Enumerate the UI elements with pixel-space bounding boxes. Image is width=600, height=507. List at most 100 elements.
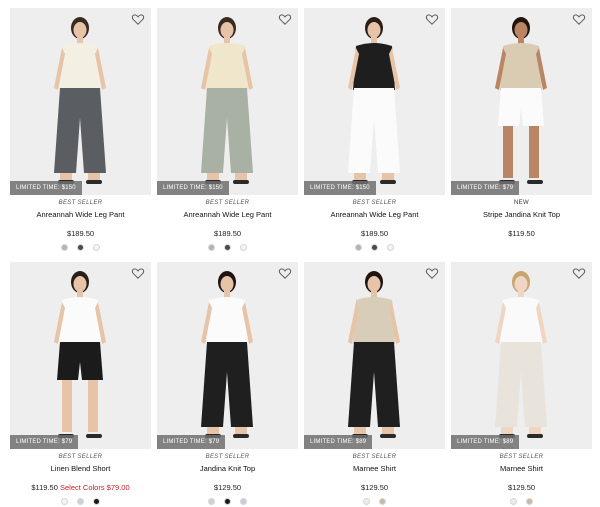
wishlist-heart-icon[interactable] (131, 12, 145, 26)
product-card[interactable]: LIMITED TIME: $79 BEST SELLER Linen Blend … (10, 262, 151, 506)
product-price: $189.50 (213, 229, 242, 238)
product-card[interactable]: LIMITED TIME: $89 BEST SELLER Marnee Shirt… (451, 262, 592, 506)
product-name[interactable]: Jandina Knit Top (157, 464, 298, 473)
product-name[interactable]: Anreannah Wide Leg Pant (10, 210, 151, 219)
color-swatch[interactable] (77, 244, 84, 251)
product-card[interactable]: LIMITED TIME: $150 BEST SELLER Anreannah W… (10, 8, 151, 252)
wishlist-heart-icon[interactable] (572, 266, 586, 280)
color-swatches (10, 498, 151, 506)
product-price: $189.50 (360, 229, 389, 238)
color-swatch[interactable] (61, 498, 68, 505)
color-swatch[interactable] (240, 244, 247, 251)
color-swatches (304, 498, 445, 506)
product-image[interactable]: LIMITED TIME: $89 (304, 262, 445, 449)
color-swatch[interactable] (208, 498, 215, 505)
product-price: $119.50 (31, 483, 58, 492)
sale-price: $79.00 (106, 483, 130, 492)
product-price-line: $189.50 (304, 229, 445, 238)
product-card[interactable]: LIMITED TIME: $150 BEST SELLER Anreannah W… (157, 8, 298, 252)
limited-time-badge: LIMITED TIME: $89 (451, 435, 520, 449)
product-tag: BEST SELLER (58, 454, 103, 460)
color-swatch[interactable] (379, 498, 386, 505)
color-swatch[interactable] (77, 498, 84, 505)
color-swatch[interactable] (93, 244, 100, 251)
wishlist-heart-icon[interactable] (425, 12, 439, 26)
color-swatches (451, 244, 592, 252)
product-image[interactable]: LIMITED TIME: $150 (10, 8, 151, 195)
color-swatch[interactable] (208, 244, 215, 251)
product-card[interactable]: LIMITED TIME: $89 BEST SELLER Marnee Shirt… (304, 262, 445, 506)
color-swatches (304, 244, 445, 252)
product-price-line: $189.50 (157, 229, 298, 238)
model-figure (54, 271, 106, 438)
model-figure (54, 17, 106, 184)
color-swatch[interactable] (371, 244, 378, 251)
limited-time-badge: LIMITED TIME: $89 (304, 435, 373, 449)
wishlist-heart-icon[interactable] (278, 12, 292, 26)
product-card[interactable]: LIMITED TIME: $150 BEST SELLER Anreannah W… (304, 8, 445, 252)
wishlist-heart-icon[interactable] (425, 266, 439, 280)
color-swatch[interactable] (526, 498, 533, 505)
product-name[interactable]: Marnee Shirt (451, 464, 592, 473)
sale-label: Select Colors (60, 483, 105, 492)
product-price-line: $129.50 (304, 483, 445, 492)
limited-time-badge: LIMITED TIME: $150 (157, 181, 229, 195)
product-tag: BEST SELLER (58, 200, 103, 206)
limited-time-badge: LIMITED TIME: $150 (304, 181, 376, 195)
model-figure (495, 271, 547, 438)
product-tag: NEW (514, 200, 529, 206)
product-grid: LIMITED TIME: $150 BEST SELLER Anreannah W… (0, 0, 600, 507)
product-tag: BEST SELLER (352, 200, 397, 206)
limited-time-badge: LIMITED TIME: $150 (10, 181, 82, 195)
product-name[interactable]: Anreannah Wide Leg Pant (157, 210, 298, 219)
limited-time-badge: LIMITED TIME: $79 (451, 181, 520, 195)
model-figure (201, 17, 253, 184)
color-swatch[interactable] (510, 498, 517, 505)
model-figure (348, 271, 400, 438)
product-price-line: $189.50 (10, 229, 151, 238)
limited-time-badge: LIMITED TIME: $79 (157, 435, 226, 449)
limited-time-badge: LIMITED TIME: $79 (10, 435, 79, 449)
wishlist-heart-icon[interactable] (131, 266, 145, 280)
color-swatch[interactable] (61, 244, 68, 251)
product-price: $189.50 (66, 229, 95, 238)
product-card[interactable]: LIMITED TIME: $79 BEST SELLER Jandina Knit… (157, 262, 298, 506)
wishlist-heart-icon[interactable] (572, 12, 586, 26)
product-price-line: $129.50 (451, 483, 592, 492)
product-name[interactable]: Stripe Jandina Knit Top (451, 210, 592, 219)
color-swatch[interactable] (355, 244, 362, 251)
product-price-line: $119.50 Select Colors $79.00 (10, 483, 151, 492)
product-price: $129.50 (507, 483, 536, 492)
model-figure (201, 271, 253, 438)
product-image[interactable]: LIMITED TIME: $79 (451, 8, 592, 195)
color-swatch[interactable] (363, 498, 370, 505)
product-name[interactable]: Anreannah Wide Leg Pant (304, 210, 445, 219)
product-image[interactable]: LIMITED TIME: $150 (304, 8, 445, 195)
product-price-line: $129.50 (157, 483, 298, 492)
color-swatch[interactable] (224, 244, 231, 251)
wishlist-heart-icon[interactable] (278, 266, 292, 280)
color-swatches (157, 244, 298, 252)
product-price: $119.50 (508, 229, 535, 238)
product-price-line: $119.50 (451, 229, 592, 238)
model-figure (348, 17, 400, 184)
color-swatches (10, 244, 151, 252)
product-tag: BEST SELLER (499, 454, 544, 460)
product-image[interactable]: LIMITED TIME: $150 (157, 8, 298, 195)
product-name[interactable]: Marnee Shirt (304, 464, 445, 473)
color-swatch[interactable] (93, 498, 100, 505)
color-swatches (451, 498, 592, 506)
product-image[interactable]: LIMITED TIME: $89 (451, 262, 592, 449)
product-card[interactable]: LIMITED TIME: $79 NEW Stripe Jandina Knit … (451, 8, 592, 252)
product-tag: BEST SELLER (205, 454, 250, 460)
model-figure (495, 17, 547, 184)
product-price: $129.50 (360, 483, 389, 492)
product-image[interactable]: LIMITED TIME: $79 (10, 262, 151, 449)
color-swatch[interactable] (240, 498, 247, 505)
color-swatch[interactable] (387, 244, 394, 251)
product-price: $129.50 (213, 483, 242, 492)
product-name[interactable]: Linen Blend Short (10, 464, 151, 473)
product-tag: BEST SELLER (352, 454, 397, 460)
color-swatch[interactable] (224, 498, 231, 505)
product-image[interactable]: LIMITED TIME: $79 (157, 262, 298, 449)
